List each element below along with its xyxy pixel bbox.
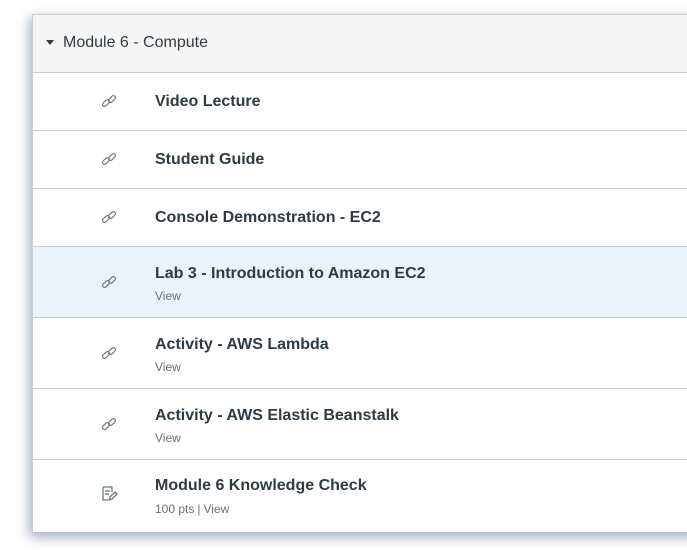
module-item-video-lecture[interactable]: Video Lecture xyxy=(33,73,687,131)
module-item-activity-beanstalk[interactable]: Activity - AWS Elastic Beanstalk View xyxy=(33,389,687,460)
item-meta: 100 pts | View xyxy=(155,502,229,516)
item-title[interactable]: Module 6 Knowledge Check xyxy=(155,477,367,495)
module-item-knowledge-check[interactable]: Module 6 Knowledge Check 100 pts | View xyxy=(33,460,687,532)
link-icon xyxy=(101,152,117,166)
item-title[interactable]: Activity - AWS Lambda xyxy=(155,336,329,354)
item-view-link[interactable]: View xyxy=(155,360,181,374)
item-title[interactable]: Console Demonstration - EC2 xyxy=(155,209,381,227)
item-view-link[interactable]: View xyxy=(204,502,230,516)
module-item-lab-3[interactable]: Lab 3 - Introduction to Amazon EC2 View xyxy=(33,247,687,318)
module-header[interactable]: Module 6 - Compute xyxy=(33,15,687,73)
points-value: 100 pts xyxy=(155,502,195,516)
link-icon xyxy=(101,417,117,431)
link-icon xyxy=(101,210,117,224)
module-panel: Module 6 - Compute Video Lecture Student… xyxy=(32,14,687,532)
item-title[interactable]: Student Guide xyxy=(155,151,264,169)
separator: | xyxy=(197,502,201,516)
module-title[interactable]: Module 6 - Compute xyxy=(63,34,208,52)
caret-down-icon[interactable] xyxy=(46,40,54,45)
link-icon xyxy=(101,346,117,360)
module-item-console-demonstration[interactable]: Console Demonstration - EC2 xyxy=(33,189,687,247)
screenshot-frame: Module 6 - Compute Video Lecture Student… xyxy=(0,0,687,550)
item-view-link[interactable]: View xyxy=(155,289,181,303)
link-icon xyxy=(101,275,117,289)
module-item-activity-lambda[interactable]: Activity - AWS Lambda View xyxy=(33,318,687,389)
item-title[interactable]: Lab 3 - Introduction to Amazon EC2 xyxy=(155,265,426,283)
item-title[interactable]: Activity - AWS Elastic Beanstalk xyxy=(155,407,399,425)
quiz-icon xyxy=(102,486,118,501)
module-item-student-guide[interactable]: Student Guide xyxy=(33,131,687,189)
link-icon xyxy=(101,94,117,108)
item-title[interactable]: Video Lecture xyxy=(155,93,261,111)
item-view-link[interactable]: View xyxy=(155,431,181,445)
